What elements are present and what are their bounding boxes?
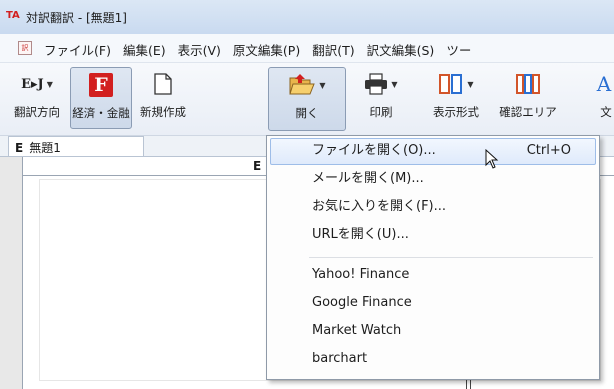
- direction-button[interactable]: E▸J ▼ 翻訳方向: [6, 67, 68, 129]
- menu-view[interactable]: 表示(V): [172, 40, 227, 59]
- favorite-item[interactable]: Google Finance: [270, 290, 596, 317]
- chevron-down-icon: ▼: [46, 79, 53, 89]
- favorite-item[interactable]: Yahoo! Finance: [270, 262, 596, 289]
- favorite-item-label: Google Finance: [312, 295, 412, 310]
- chevron-down-icon: ▼: [467, 79, 474, 89]
- menu-tools[interactable]: ツー: [440, 40, 477, 59]
- tab-language-prefix: E: [15, 141, 24, 155]
- open-button[interactable]: ▼ 開く: [268, 67, 346, 131]
- chevron-down-icon: ▼: [391, 79, 398, 89]
- partial-toolbar-button[interactable]: A 文: [576, 67, 614, 129]
- printer-icon: [365, 73, 388, 95]
- open-label: 開く: [295, 106, 319, 120]
- favorite-item-label: Market Watch: [312, 323, 402, 338]
- print-label: 印刷: [369, 105, 393, 119]
- favorite-item[interactable]: Market Watch: [270, 318, 596, 345]
- menu-translate[interactable]: 翻訳(T): [306, 40, 360, 59]
- direction-label: 翻訳方向: [14, 105, 60, 119]
- confirm-area-label: 確認エリア: [499, 105, 557, 119]
- menu-open-url-label: URLを開く(U)...: [312, 227, 409, 242]
- chevron-down-icon: ▼: [319, 80, 326, 90]
- partial-label: 文: [600, 105, 612, 119]
- tab-label: 無題1: [29, 141, 61, 155]
- finance-field-icon: F: [89, 73, 113, 97]
- menu-open-file-label: ファイルを開く(O)...: [312, 143, 436, 158]
- new-button[interactable]: 新規作成: [136, 67, 190, 129]
- pane-language-label: E: [253, 159, 262, 173]
- menu-file[interactable]: ファイル(F): [38, 40, 117, 59]
- field-label: 経済・金融: [72, 106, 130, 120]
- doc-icon[interactable]: 訳: [18, 41, 32, 55]
- favorite-item-label: barchart: [312, 351, 368, 366]
- menu-open-file-shortcut: Ctrl+O: [526, 143, 571, 158]
- menu-open-favorite-label: お気に入りを開く(F)...: [312, 199, 447, 214]
- confirm-area-button[interactable]: 確認エリア: [496, 67, 560, 129]
- menu-open-file[interactable]: ファイルを開く(O)... Ctrl+O: [270, 138, 596, 165]
- tab-untitled1[interactable]: E 無題1: [8, 136, 144, 156]
- app-icon: TA: [6, 10, 20, 21]
- mouse-pointer-icon: [485, 149, 499, 169]
- font-icon: A: [596, 72, 612, 96]
- menu-open-url[interactable]: URLを開く(U)...: [270, 222, 596, 249]
- confirm-area-icon: [516, 74, 540, 94]
- menu-source-edit[interactable]: 原文編集(P): [227, 40, 306, 59]
- favorite-item-label: Yahoo! Finance: [312, 267, 410, 282]
- menu-open-favorite[interactable]: お気に入りを開く(F)...: [270, 194, 596, 221]
- menu-open-mail[interactable]: メールを開く(M)...: [270, 166, 596, 193]
- display-format-icon: [439, 74, 463, 94]
- window-title: 対訳翻訳 - [無題1]: [26, 11, 127, 25]
- favorite-item[interactable]: barchart: [270, 346, 596, 373]
- print-button[interactable]: ▼ 印刷: [354, 67, 408, 129]
- toolbar: E▸J ▼ 翻訳方向 F 経済・金融 新規作成 ▼ 開く ▼ 印刷 ▼ 表示形式…: [0, 63, 614, 136]
- menu-open-mail-label: メールを開く(M)...: [312, 171, 424, 186]
- direction-icon: E▸J: [21, 76, 44, 92]
- new-label: 新規作成: [140, 105, 186, 119]
- open-dropdown-menu: ファイルを開く(O)... Ctrl+O メールを開く(M)... お気に入りを…: [266, 135, 600, 380]
- menu-target-edit[interactable]: 訳文編集(S): [361, 40, 441, 59]
- title-bar: TA 対訳翻訳 - [無題1]: [0, 0, 614, 35]
- display-format-button[interactable]: ▼ 表示形式: [424, 67, 488, 129]
- display-format-label: 表示形式: [433, 105, 479, 119]
- menu-edit[interactable]: 編集(E): [117, 40, 172, 59]
- field-button[interactable]: F 経済・金融: [70, 67, 132, 129]
- folder-open-icon: [289, 74, 316, 95]
- new-document-icon: [154, 73, 172, 95]
- menu-bar: 訳 ファイル(F) 編集(E) 表示(V) 原文編集(P) 翻訳(T) 訳文編集…: [0, 34, 614, 63]
- menu-separator: [309, 257, 593, 258]
